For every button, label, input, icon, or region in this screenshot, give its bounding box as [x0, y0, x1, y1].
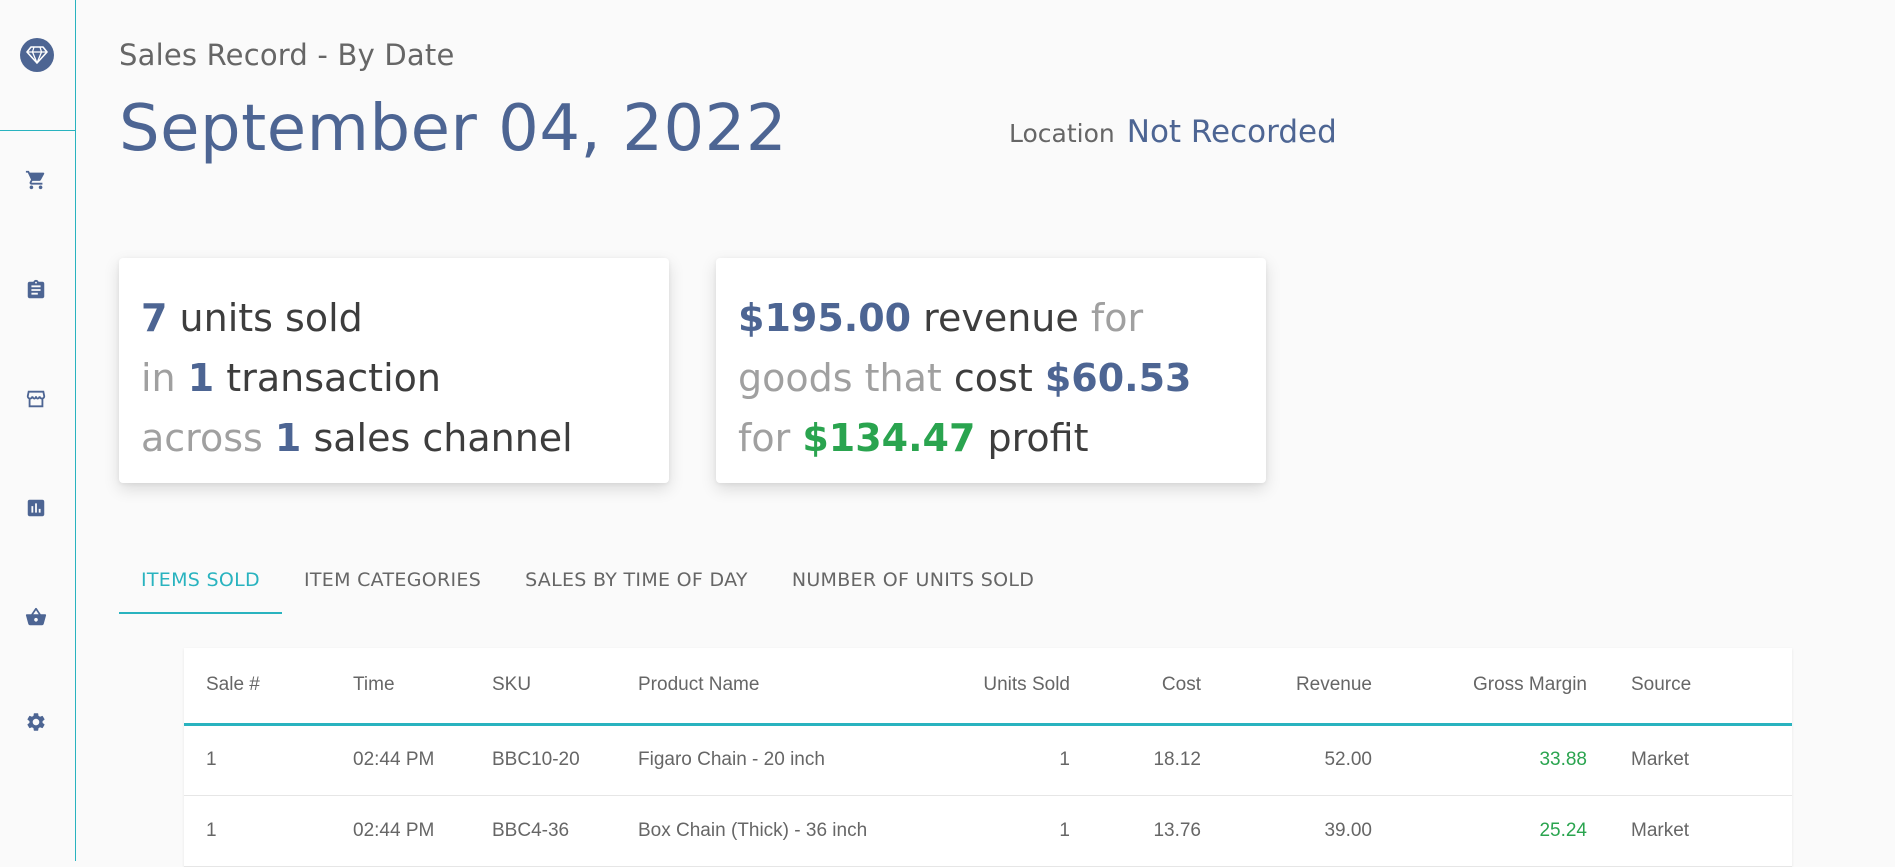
units-summary-card: 7 units sold in 1 transaction across 1 s…: [119, 258, 669, 483]
revenue-value: $195.00: [738, 296, 912, 340]
tab-items-sold[interactable]: ITEMS SOLD: [119, 556, 282, 614]
cell-sale-number: 1: [184, 795, 331, 867]
table-row[interactable]: 1 02:44 PM BBC10-20 Figaro Chain - 20 in…: [184, 724, 1792, 796]
column-header-units-sold[interactable]: Units Sold: [952, 648, 1092, 726]
transactions-count: 1: [187, 356, 215, 400]
units-label: units sold: [179, 296, 363, 340]
main-content: Sales Record - By Date September 04, 202…: [119, 0, 1895, 867]
tab-number-of-units-sold[interactable]: NUMBER OF UNITS SOLD: [770, 556, 1056, 614]
location-label: Location: [1009, 119, 1115, 148]
cell-source: Market: [1609, 724, 1792, 796]
cart-icon[interactable]: [24, 168, 48, 192]
revenue-label: revenue: [923, 296, 1079, 340]
column-header-cost[interactable]: Cost: [1092, 648, 1223, 726]
diamond-icon[interactable]: [20, 38, 54, 72]
money-summary-card: $195.00 revenue for goods that cost $60.…: [716, 258, 1266, 483]
tab-bar: ITEMS SOLD ITEM CATEGORIES SALES BY TIME…: [119, 556, 1056, 614]
cell-cost: 13.76: [1092, 795, 1223, 867]
revenue-line: $195.00 revenue for: [738, 288, 1244, 348]
profit-label: profit: [987, 416, 1089, 460]
cell-revenue: 52.00: [1223, 724, 1394, 796]
basket-icon[interactable]: [24, 605, 48, 629]
cell-product-name: Figaro Chain - 20 inch: [616, 724, 952, 796]
cell-sale-number: 1: [184, 724, 331, 796]
units-line: 7 units sold: [141, 288, 647, 348]
location-info: Location Not Recorded: [1009, 114, 1337, 150]
column-header-time[interactable]: Time: [331, 648, 470, 726]
in-word: in: [141, 356, 176, 400]
goods-that-words: goods that: [738, 356, 942, 400]
cell-sku: BBC10-20: [470, 724, 616, 796]
cost-value: $60.53: [1044, 356, 1192, 400]
cell-units-sold: 1: [952, 795, 1092, 867]
cell-time: 02:44 PM: [331, 724, 470, 796]
cost-line: goods that cost $60.53: [738, 348, 1244, 408]
cell-cost: 18.12: [1092, 724, 1223, 796]
table-row[interactable]: 1 02:44 PM BBC4-36 Box Chain (Thick) - 3…: [184, 795, 1792, 867]
transactions-label: transaction: [226, 356, 441, 400]
cell-time: 02:44 PM: [331, 795, 470, 867]
sidebar-divider: [0, 130, 75, 131]
column-header-sku[interactable]: SKU: [470, 648, 616, 726]
gear-icon[interactable]: [24, 710, 48, 734]
page-subtitle: Sales Record - By Date: [119, 38, 455, 72]
units-count: 7: [141, 296, 168, 340]
profit-line: for $134.47 profit: [738, 408, 1244, 468]
channels-label: sales channel: [313, 416, 573, 460]
items-sold-table: Sale # Time SKU Product Name Units Sold …: [184, 648, 1792, 867]
column-header-gross-margin[interactable]: Gross Margin: [1394, 648, 1609, 726]
chart-icon[interactable]: [24, 496, 48, 520]
channels-count: 1: [274, 416, 302, 460]
column-header-revenue[interactable]: Revenue: [1223, 648, 1394, 726]
page-title: September 04, 2022: [119, 92, 788, 166]
for-word: for: [1090, 296, 1144, 340]
column-header-source[interactable]: Source: [1609, 648, 1792, 726]
cell-sku: BBC4-36: [470, 795, 616, 867]
clipboard-icon[interactable]: [24, 278, 48, 302]
cell-gross-margin: 33.88: [1394, 724, 1609, 796]
cell-source: Market: [1609, 795, 1792, 867]
tab-item-categories[interactable]: ITEM CATEGORIES: [282, 556, 503, 614]
cell-product-name: Box Chain (Thick) - 36 inch: [616, 795, 952, 867]
channels-line: across 1 sales channel: [141, 408, 647, 468]
for-word-2: for: [738, 416, 791, 460]
across-word: across: [141, 416, 263, 460]
store-icon[interactable]: [24, 387, 48, 411]
tab-sales-by-time-of-day[interactable]: SALES BY TIME OF DAY: [503, 556, 770, 614]
cell-gross-margin: 25.24: [1394, 795, 1609, 867]
profit-value: $134.47: [802, 416, 976, 460]
sidebar: [0, 0, 76, 861]
column-header-product-name[interactable]: Product Name: [616, 648, 952, 726]
location-value: Not Recorded: [1126, 114, 1337, 150]
transactions-line: in 1 transaction: [141, 348, 647, 408]
cell-units-sold: 1: [952, 724, 1092, 796]
column-header-sale-number[interactable]: Sale #: [184, 648, 331, 726]
cost-label: cost: [953, 356, 1033, 400]
cell-revenue: 39.00: [1223, 795, 1394, 867]
table-header-row: Sale # Time SKU Product Name Units Sold …: [184, 648, 1792, 726]
